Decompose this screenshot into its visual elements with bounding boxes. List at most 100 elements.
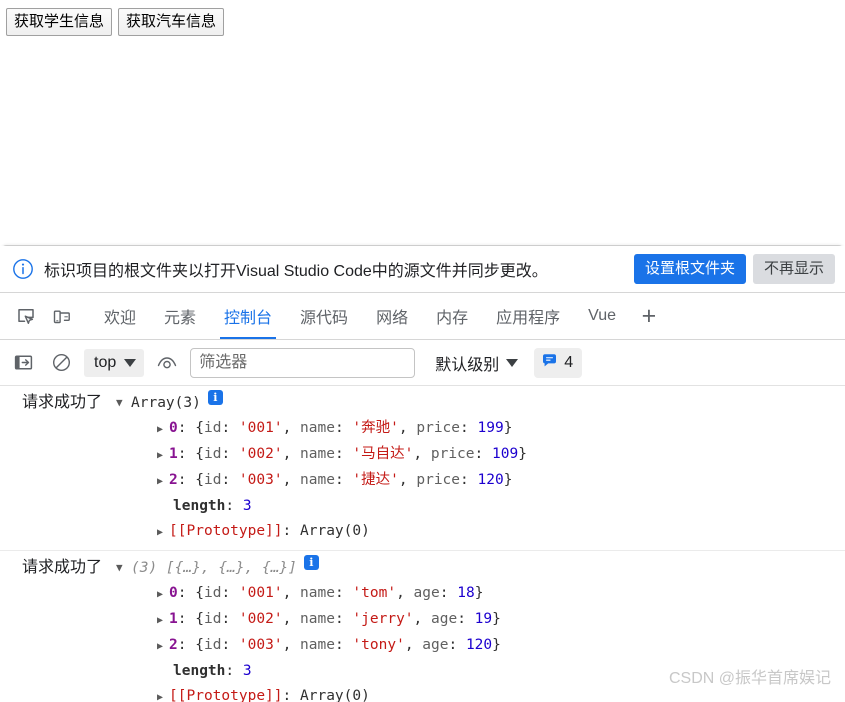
chevron-down-icon [124, 358, 137, 367]
property-value-token: : [460, 472, 478, 488]
info-badge-icon[interactable]: i [303, 555, 319, 570]
tab-sources[interactable]: 源代码 [286, 293, 362, 339]
property-value-token: } [474, 585, 484, 601]
info-badge-icon[interactable]: i [207, 390, 223, 405]
property-value-token: { [195, 637, 204, 653]
property-value-token: age [413, 585, 440, 601]
log-level-dropdown[interactable]: 默认级别 [431, 349, 522, 377]
tab-vue[interactable]: Vue [574, 293, 630, 339]
property-value-token: 109 [491, 446, 519, 462]
console-toolbar: top 默认级别 4 [0, 340, 845, 386]
property-separator: : [282, 688, 300, 702]
dont-show-again-button[interactable]: 不再显示 [752, 253, 835, 285]
disclosure-triangle-collapsed-icon[interactable]: ▶ [157, 641, 163, 652]
property-value-token: 120 [477, 472, 504, 488]
property-value-token: : [457, 611, 475, 627]
property-separator: : [177, 585, 196, 601]
property-value-token: } [518, 446, 527, 462]
property-separator: : [177, 611, 196, 627]
property-value-token: name [300, 420, 335, 436]
property-value-token: : [439, 585, 458, 601]
property-value-token: Array(0) [300, 523, 370, 539]
console-filter-input[interactable] [190, 347, 416, 378]
property-key: [[Prototype]] [169, 523, 283, 539]
tab-elements[interactable]: 元素 [150, 293, 210, 339]
device-toolbar-icon[interactable] [44, 293, 80, 339]
tab-console[interactable]: 控制台 [210, 293, 286, 339]
property-value-token: '001' [238, 420, 283, 436]
tab-label: 内存 [436, 310, 469, 327]
console-property-row: ▶ 1: {id: '002', name: 'jerry', age: 19} [0, 607, 845, 633]
disclosure-triangle-expanded-icon[interactable]: ▼ [116, 390, 126, 416]
disclosure-triangle-expanded-icon[interactable]: ▼ [116, 555, 126, 581]
property-value-token: Array(0) [300, 688, 370, 702]
property-value-token: } [503, 472, 513, 488]
inspect-element-icon[interactable] [8, 293, 44, 339]
property-value-token: , [282, 420, 301, 436]
tab-welcome[interactable]: 欢迎 [90, 293, 150, 339]
property-separator: : [177, 637, 196, 653]
property-value-token: , [282, 637, 301, 653]
console-output-area[interactable]: 请求成功了 ▼ Array(3) i ▶ 0: {id: '001', name: '奔驰… [0, 386, 845, 702]
disclosure-triangle-collapsed-icon[interactable]: ▶ [157, 615, 163, 626]
disclosure-triangle-collapsed-icon[interactable]: ▶ [157, 450, 163, 461]
property-value-token: { [195, 420, 204, 436]
console-property-row: ▶ [[Prototype]]: Array(0) [0, 519, 845, 545]
property-value-token: 'jerry' [352, 611, 414, 627]
infobar-actions: 设置根文件夹 不再显示 [633, 253, 835, 285]
tab-memory[interactable]: 内存 [422, 293, 482, 339]
get-car-info-button[interactable]: 获取汽车信息 [118, 8, 225, 36]
tab-application[interactable]: 应用程序 [482, 293, 574, 339]
tab-network[interactable]: 网络 [362, 293, 422, 339]
disclosure-triangle-collapsed-icon[interactable]: ▶ [157, 692, 163, 702]
property-value-token: age [431, 611, 458, 627]
execution-context-dropdown[interactable]: top [84, 348, 145, 377]
console-log-entry: 请求成功了 ▼ Array(3) i ▶ 0: {id: '001', name: '奔驰… [0, 386, 845, 551]
disclosure-triangle-collapsed-icon[interactable]: ▶ [157, 527, 163, 538]
property-value-token: '001' [238, 585, 283, 601]
property-value-token: : [334, 446, 353, 462]
disclosure-triangle-collapsed-icon[interactable]: ▶ [157, 424, 163, 435]
array-header-text: (3) [{…}, {…}, {…}] [131, 560, 297, 576]
property-key: 2 [169, 637, 178, 653]
property-value-token: : [448, 637, 466, 653]
eye-icon[interactable] [152, 348, 182, 378]
property-value-token: { [195, 611, 204, 627]
show-console-sidebar-icon[interactable] [8, 348, 38, 378]
property-value-token: , [282, 446, 301, 462]
set-root-folder-button[interactable]: 设置根文件夹 [633, 253, 746, 285]
property-value-token: '003' [238, 472, 283, 488]
property-value-token: id [203, 420, 222, 436]
disclosure-triangle-collapsed-icon[interactable]: ▶ [157, 476, 163, 487]
property-value-token: name [300, 585, 335, 601]
devtools-panel: 标识项目的根文件夹以打开Visual Studio Code中的源文件并同步更改… [0, 245, 845, 702]
property-value-token: id [203, 637, 222, 653]
property-value-token: : [221, 446, 239, 462]
infobar-message: 标识项目的根文件夹以打开Visual Studio Code中的源文件并同步更改… [44, 263, 548, 280]
property-separator: : [177, 472, 196, 488]
get-student-info-button[interactable]: 获取学生信息 [6, 8, 113, 36]
property-value-token: , [413, 611, 431, 627]
property-value-token: : [334, 611, 353, 627]
message-count-badge[interactable]: 4 [534, 347, 583, 378]
console-property-row: ▶ [[Prototype]]: Array(0) [0, 684, 845, 702]
add-panel-icon[interactable]: + [630, 293, 668, 339]
disclosure-triangle-collapsed-icon[interactable]: ▶ [157, 589, 163, 600]
console-entry-header: 请求成功了 ▼ (3) [{…}, {…}, {…}] i [0, 555, 845, 581]
property-value-token: { [195, 585, 204, 601]
execution-context-value: top [94, 353, 117, 371]
property-key: [[Prototype]] [169, 688, 283, 702]
property-value-token: age [422, 637, 449, 653]
tab-label: 网络 [376, 310, 409, 327]
property-value-token: '002' [238, 446, 283, 462]
tab-label: 欢迎 [104, 310, 137, 327]
property-value-token: } [492, 637, 501, 653]
property-value-token: 199 [477, 420, 504, 436]
clear-console-icon[interactable] [46, 348, 76, 378]
property-key: 2 [169, 472, 178, 488]
property-key: length [173, 498, 226, 514]
property-value-token: : [221, 420, 239, 436]
property-separator: : [225, 498, 243, 514]
property-value-token: : [221, 472, 239, 488]
property-value-token: : [221, 611, 239, 627]
